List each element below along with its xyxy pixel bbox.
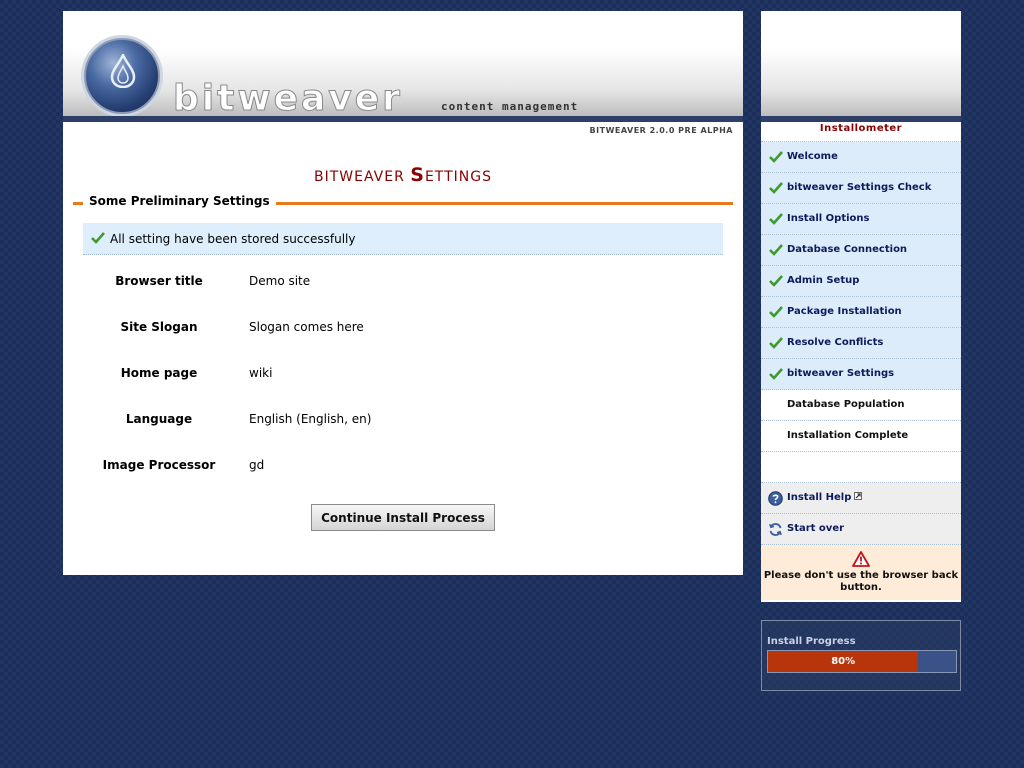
back-button-warning: Please don't use the browser back button… (761, 545, 961, 600)
setting-label: Language (125, 412, 193, 426)
install-help-link[interactable]: Install Help (761, 483, 961, 514)
water-drop-icon (110, 54, 136, 88)
setting-value: gd (249, 458, 265, 472)
main-panel: BITWEAVER 2.0.0 PRE ALPHA BITWEAVER SETT… (63, 122, 743, 575)
step-label: Database Population (787, 399, 905, 410)
sidebar-spacer (761, 452, 961, 483)
version-label: BITWEAVER 2.0.0 PRE ALPHA (589, 126, 733, 135)
progress-bar: 80% (767, 650, 957, 673)
step-label: Package Installation (787, 306, 902, 317)
step-resolve-conflicts[interactable]: Resolve Conflicts (761, 328, 961, 359)
step-admin-setup[interactable]: Admin Setup (761, 266, 961, 297)
setting-label: Browser title (115, 274, 203, 288)
progress-label: Install Progress (767, 636, 856, 647)
check-icon (769, 182, 783, 194)
settings-list: Browser title Demo site Site Slogan Slog… (83, 258, 723, 488)
success-message: All setting have been stored successfull… (110, 232, 356, 246)
step-label: Installation Complete (787, 430, 909, 441)
check-icon (769, 213, 783, 225)
step-label: Database Connection (787, 244, 908, 255)
step-label: bitweaver Settings (787, 368, 895, 379)
setting-value: wiki (249, 366, 273, 380)
step-label: Welcome (787, 151, 838, 162)
logo-wordmark: bitweaver (173, 78, 403, 116)
side-header (761, 11, 961, 116)
step-bitweaver-settings[interactable]: bitweaver Settings (761, 359, 961, 390)
setting-row: Image Processor gd (83, 442, 723, 488)
step-welcome[interactable]: Welcome (761, 142, 961, 173)
check-icon (769, 151, 783, 163)
progress-percent: 80% (831, 656, 856, 667)
step-label: Resolve Conflicts (787, 337, 884, 348)
setting-label: Site Slogan (120, 320, 198, 334)
check-icon (769, 368, 783, 380)
bitweaver-logo-orb (84, 38, 160, 114)
page-title-rest: ETTINGS (424, 169, 492, 185)
step-label: Install Options (787, 213, 870, 224)
step-database-connection[interactable]: Database Connection (761, 235, 961, 266)
install-help-label: Install Help (787, 492, 852, 503)
page-title-cap: S (410, 164, 425, 186)
check-icon (769, 275, 783, 287)
start-over-label: Start over (787, 523, 845, 534)
section-title: Some Preliminary Settings (83, 194, 276, 208)
step-label: bitweaver Settings Check (787, 182, 932, 193)
step-package-installation[interactable]: Package Installation (761, 297, 961, 328)
setting-label: Home page (120, 366, 198, 380)
page-title: BITWEAVER SETTINGS (63, 164, 743, 186)
step-install-options[interactable]: Install Options (761, 204, 961, 235)
setting-value: English (English, en) (249, 412, 372, 426)
installometer-title: Installometer (761, 122, 961, 142)
check-icon (769, 306, 783, 318)
logo-tagline: content management (441, 100, 579, 113)
setting-row: Site Slogan Slogan comes here (83, 304, 723, 350)
install-progress-box: Install Progress 80% (761, 620, 961, 691)
restart-icon (769, 523, 782, 536)
step-settings-check[interactable]: bitweaver Settings Check (761, 173, 961, 204)
installometer-panel: Installometer Welcome bitweaver Settings… (761, 122, 961, 602)
success-message-box: All setting have been stored successfull… (83, 223, 723, 255)
continue-install-button[interactable]: Continue Install Process (311, 504, 495, 531)
check-icon (91, 232, 105, 244)
step-installation-complete: Installation Complete (761, 421, 961, 452)
section-header: Some Preliminary Settings (73, 194, 733, 212)
check-icon (769, 244, 783, 256)
setting-value: Demo site (249, 274, 311, 288)
setting-row: Browser title Demo site (83, 258, 723, 304)
step-database-population: Database Population (761, 390, 961, 421)
warning-icon (852, 551, 870, 567)
help-icon (768, 491, 783, 506)
start-over-link[interactable]: Start over (761, 514, 961, 545)
step-label: Admin Setup (787, 275, 860, 286)
setting-value: Slogan comes here (249, 320, 364, 334)
page-title-lead: BITWEAVER (314, 169, 411, 185)
header-banner: bitweaver content management (63, 11, 743, 116)
warning-text: Please don't use the browser back button… (763, 570, 959, 593)
setting-row: Home page wiki (83, 350, 723, 396)
setting-row: Language English (English, en) (83, 396, 723, 442)
external-link-icon (854, 492, 863, 500)
check-icon (769, 337, 783, 349)
setting-label: Image Processor (102, 458, 216, 472)
